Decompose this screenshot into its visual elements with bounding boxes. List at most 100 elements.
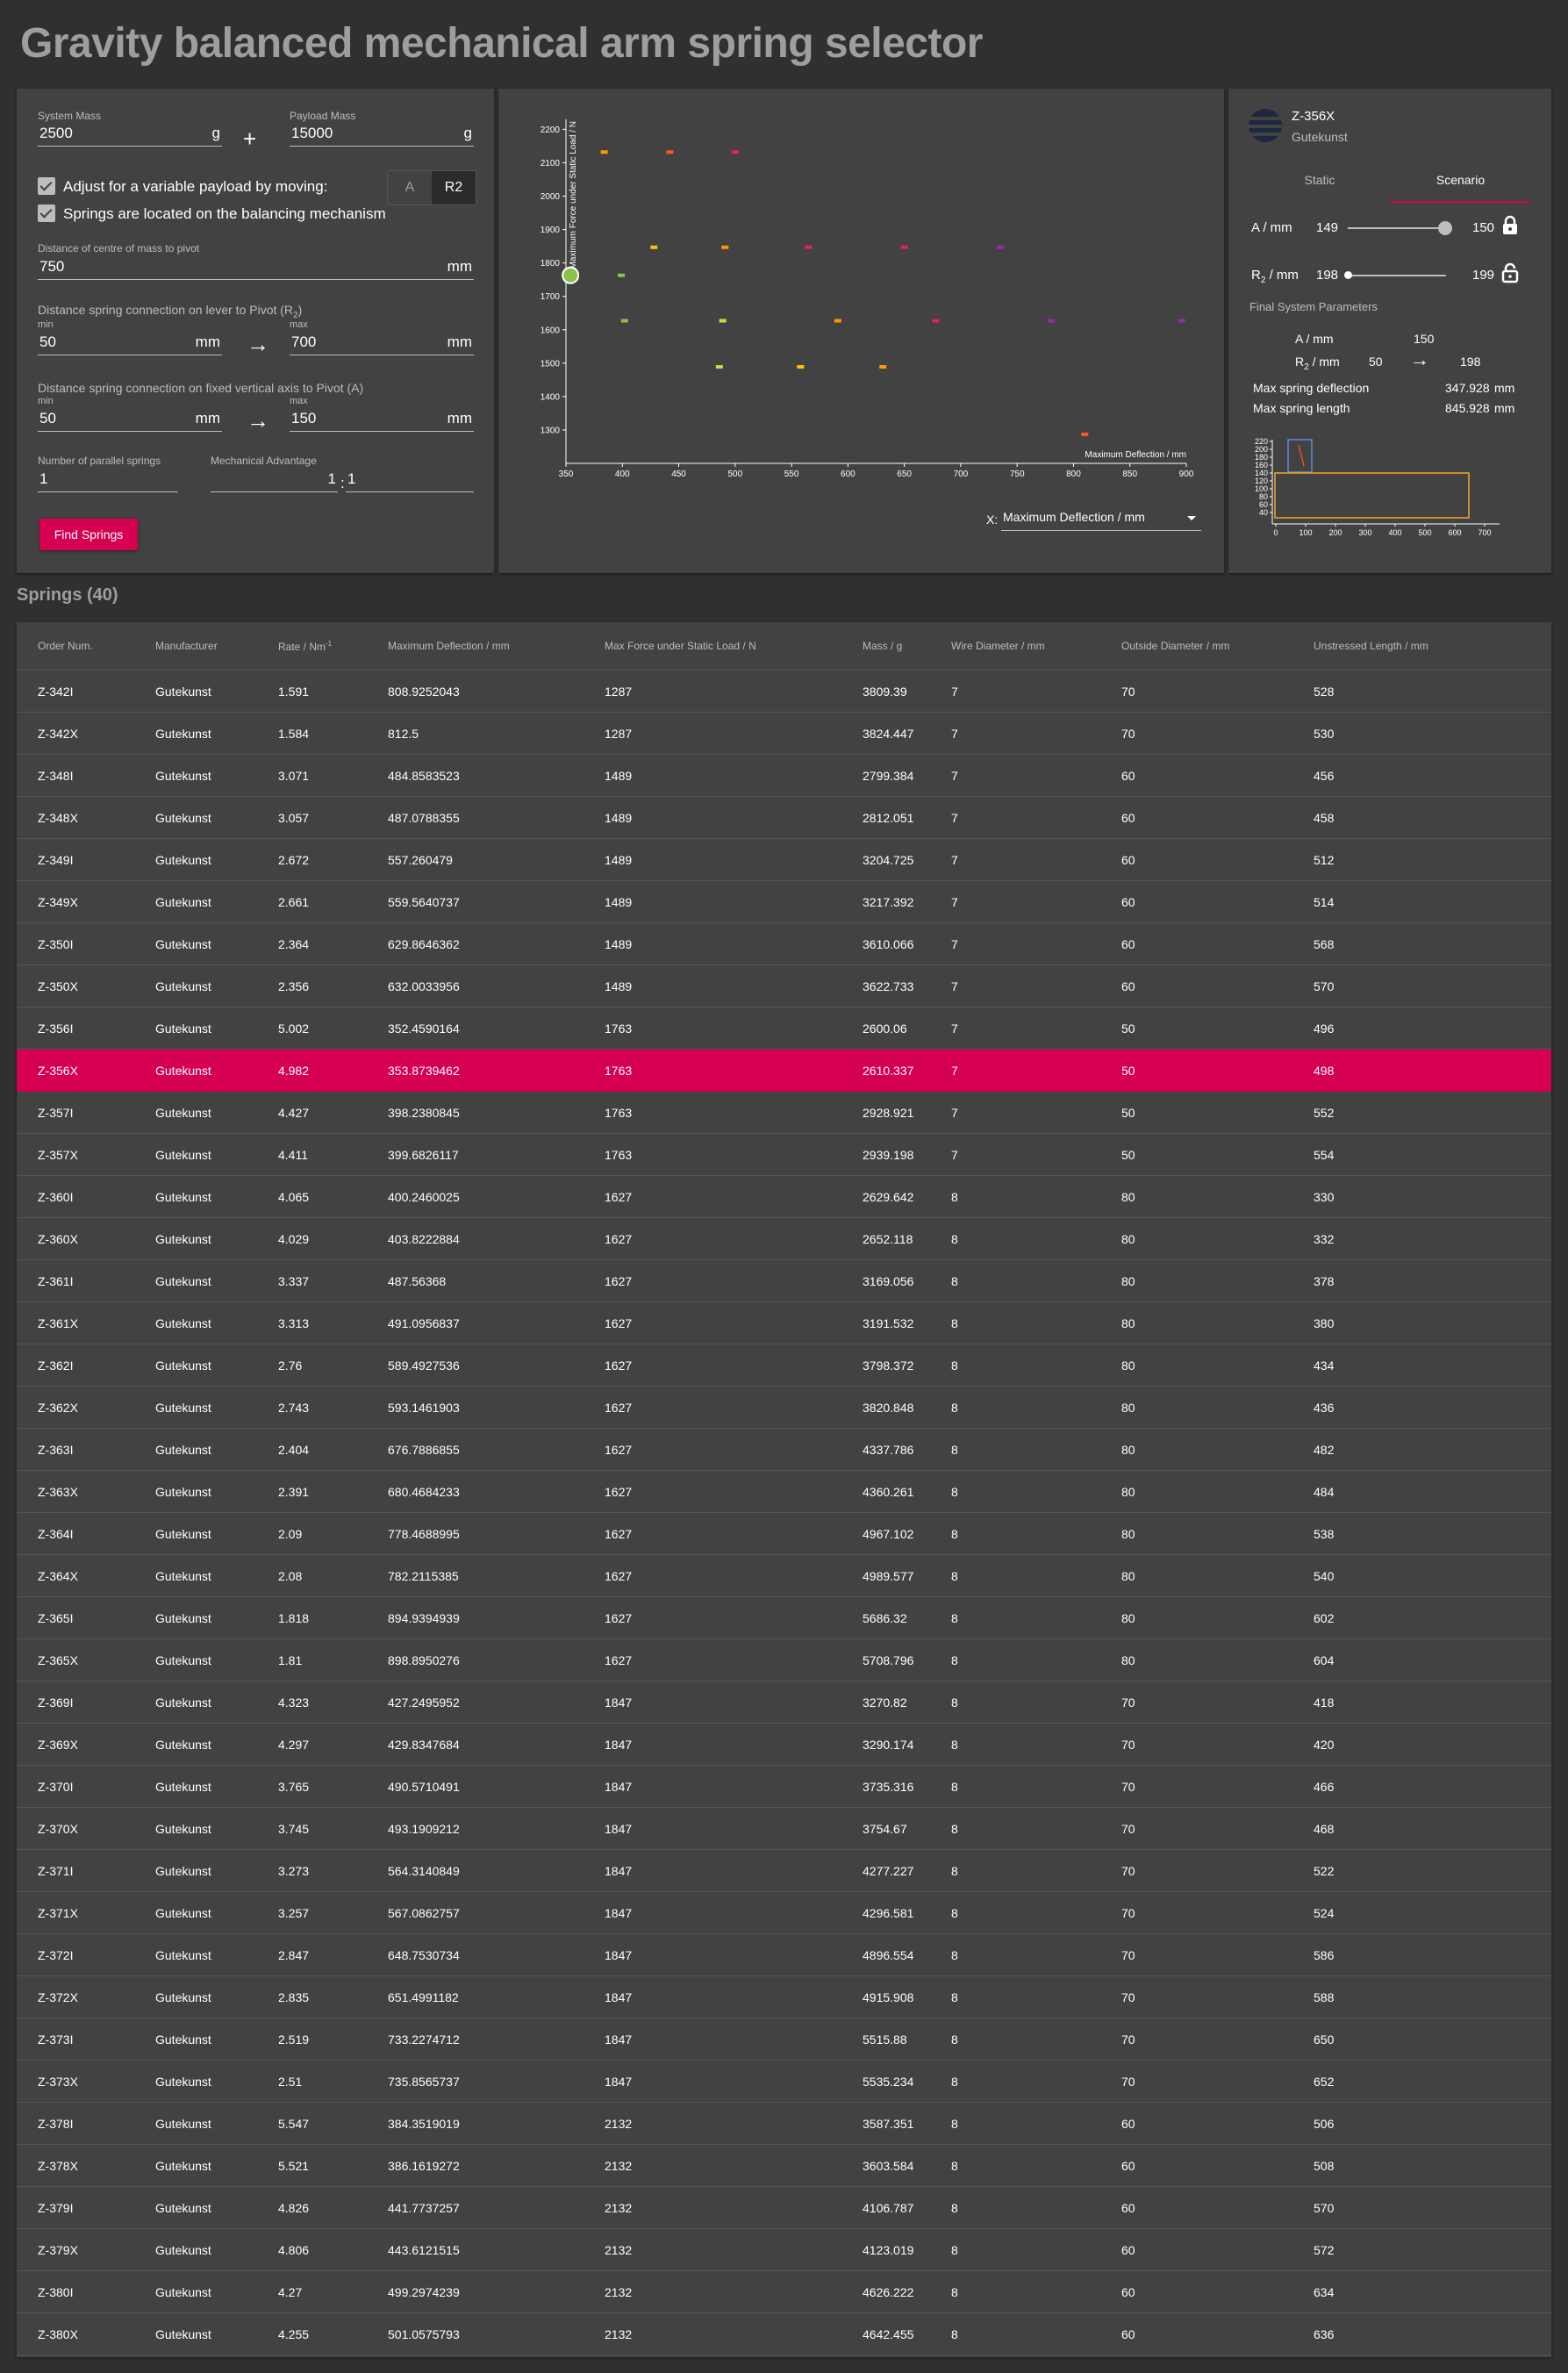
system-mass-field[interactable]: 2500 g <box>38 122 222 147</box>
table-row[interactable]: Z-379X Gutekunst 4.806 443.6121515 2132 4123.… <box>17 2229 1551 2271</box>
column-header[interactable]: Wire Diameter / mm <box>951 640 1045 652</box>
data-point[interactable] <box>620 319 628 323</box>
table-row[interactable]: Z-364X Gutekunst 2.08 782.2115385 1627 4989.5… <box>17 1555 1551 1597</box>
table-row[interactable]: Z-380I Gutekunst 4.27 499.2974239 2132 4626.2… <box>17 2271 1551 2313</box>
data-point[interactable] <box>932 319 940 323</box>
data-point[interactable] <box>996 245 1004 249</box>
x-axis-title: Maximum Deflection / mm <box>1085 450 1186 460</box>
lock-closed-icon[interactable] <box>1501 215 1519 236</box>
table-cell: Z-362X <box>38 1401 78 1415</box>
table-row[interactable]: Z-365X Gutekunst 1.81 898.8950276 1627 5708.7… <box>17 1639 1551 1681</box>
column-header[interactable]: Outside Diameter / mm <box>1121 640 1229 652</box>
table-row[interactable]: Z-348I Gutekunst 3.071 484.8583523 1489 2799.… <box>17 755 1551 797</box>
table-row[interactable]: Z-373I Gutekunst 2.519 733.2274712 1847 5515.… <box>17 2018 1551 2061</box>
table-row[interactable]: Z-357X Gutekunst 4.411 399.6826117 1763 2939.… <box>17 1134 1551 1176</box>
mech-adv-left-field[interactable]: 1 <box>211 468 338 492</box>
table-row[interactable]: Z-370X Gutekunst 3.745 493.1909212 1847 3754.… <box>17 1808 1551 1850</box>
x-axis-select[interactable]: Maximum Deflection / mm <box>1001 506 1201 531</box>
table-row[interactable]: Z-342I Gutekunst 1.591 808.9252043 1287 3809.… <box>17 670 1551 713</box>
table-row[interactable]: Z-371I Gutekunst 3.273 564.3140849 1847 4277.… <box>17 1850 1551 1892</box>
table-row[interactable]: Z-362X Gutekunst 2.743 593.1461903 1627 3820.… <box>17 1387 1551 1429</box>
r2-slider-handle[interactable] <box>1343 271 1352 279</box>
r2-slider[interactable] <box>1348 275 1446 276</box>
table-cell: 559.5640737 <box>388 895 460 909</box>
toggle-a[interactable]: A <box>388 171 432 204</box>
table-row[interactable]: Z-379I Gutekunst 4.826 441.7737257 2132 4106.… <box>17 2187 1551 2229</box>
table-cell: 512 <box>1314 853 1335 867</box>
data-point[interactable] <box>834 319 841 323</box>
table-row[interactable]: Z-372I Gutekunst 2.847 648.7530734 1847 4896.… <box>17 1934 1551 1976</box>
table-row[interactable]: Z-357I Gutekunst 4.427 398.2380845 1763 2928.… <box>17 1092 1551 1134</box>
lever-min-field[interactable]: 50 mm <box>38 331 222 355</box>
a-slider[interactable] <box>1348 227 1446 229</box>
table-row[interactable]: Z-378I Gutekunst 5.547 384.3519019 2132 3587.… <box>17 2103 1551 2145</box>
mech-adv-right-field[interactable]: 1 <box>346 468 474 492</box>
table-row[interactable]: Z-371X Gutekunst 3.257 567.0862757 1847 4296.… <box>17 1892 1551 1934</box>
column-header[interactable]: Rate / Nm-1 <box>278 640 332 653</box>
axis-max-field[interactable]: 150 mm <box>290 407 474 432</box>
table-row[interactable]: Z-350I Gutekunst 2.364 629.8646362 1489 3610.… <box>17 923 1551 965</box>
lock-open-icon[interactable] <box>1501 262 1519 283</box>
table-row[interactable]: Z-356X Gutekunst 4.982 353.8739462 1763 2610.… <box>17 1050 1551 1092</box>
column-header[interactable]: Unstressed Length / mm <box>1314 640 1428 652</box>
data-point[interactable] <box>715 365 723 369</box>
table-row[interactable]: Z-349I Gutekunst 2.672 557.260479 1489 3204.7… <box>17 839 1551 881</box>
column-header[interactable]: Mass / g <box>863 640 902 652</box>
table-row[interactable]: Z-348X Gutekunst 3.057 487.0788355 1489 2812.… <box>17 797 1551 839</box>
table-cell: Gutekunst <box>155 2032 211 2047</box>
data-point[interactable] <box>731 150 739 154</box>
table-row[interactable]: Z-378X Gutekunst 5.521 386.1619272 2132 3603.… <box>17 2145 1551 2187</box>
lever-max-field[interactable]: 700 mm <box>290 331 474 355</box>
toggle-r2[interactable]: R2 <box>432 171 476 204</box>
table-row[interactable]: Z-350X Gutekunst 2.356 632.0033956 1489 3622.… <box>17 965 1551 1007</box>
table-row[interactable]: Z-360X Gutekunst 4.029 403.8222884 1627 2652.… <box>17 1218 1551 1260</box>
table-cell: 5.547 <box>278 2117 310 2131</box>
table-row[interactable]: Z-372X Gutekunst 2.835 651.4991182 1847 4915.… <box>17 1976 1551 2018</box>
data-point[interactable] <box>721 245 729 249</box>
table-row[interactable]: Z-356I Gutekunst 5.002 352.4590164 1763 2600.… <box>17 1007 1551 1050</box>
data-point[interactable] <box>650 245 658 249</box>
x-tick-label: 850 <box>1122 470 1137 479</box>
table-row[interactable]: Z-349X Gutekunst 2.661 559.5640737 1489 3217.… <box>17 881 1551 923</box>
springs-located-checkbox[interactable] <box>38 204 55 222</box>
data-point[interactable] <box>666 150 674 154</box>
table-row[interactable]: Z-365I Gutekunst 1.818 894.9394939 1627 5686.… <box>17 1597 1551 1639</box>
column-header[interactable]: Manufacturer <box>155 640 218 652</box>
selected-point[interactable] <box>562 266 580 284</box>
table-row[interactable]: Z-364I Gutekunst 2.09 778.4688995 1627 4967.1… <box>17 1513 1551 1555</box>
data-point[interactable] <box>900 245 908 249</box>
table-row[interactable]: Z-342X Gutekunst 1.584 812.5 1287 3824.447 7 70… <box>17 713 1551 755</box>
find-springs-button[interactable]: Find Springs <box>39 519 138 550</box>
data-point[interactable] <box>879 365 887 369</box>
table-row[interactable]: Z-363I Gutekunst 2.404 676.7886855 1627 4337.… <box>17 1429 1551 1471</box>
payload-mass-field[interactable]: 15000 g <box>290 122 474 147</box>
data-point[interactable] <box>719 319 727 323</box>
a-slider-handle[interactable] <box>1437 221 1452 235</box>
table-row[interactable]: Z-360I Gutekunst 4.065 400.2460025 1627 2629.… <box>17 1176 1551 1218</box>
data-point[interactable] <box>1081 432 1089 436</box>
table-row[interactable]: Z-369I Gutekunst 4.323 427.2495952 1847 3270.… <box>17 1681 1551 1724</box>
parallel-field[interactable]: 1 <box>38 468 178 492</box>
column-header[interactable]: Maximum Deflection / mm <box>388 640 510 652</box>
table-row[interactable]: Z-362I Gutekunst 2.76 589.4927536 1627 3798.3… <box>17 1344 1551 1387</box>
com-field[interactable]: 750 mm <box>38 255 474 280</box>
table-row[interactable]: Z-363X Gutekunst 2.391 680.4684233 1627 4360.… <box>17 1471 1551 1513</box>
data-point[interactable] <box>1178 319 1185 323</box>
table-row[interactable]: Z-361I Gutekunst 3.337 487.56368 1627 3169.05… <box>17 1260 1551 1302</box>
data-point[interactable] <box>805 245 813 249</box>
table-row[interactable]: Z-361X Gutekunst 3.313 491.0956837 1627 3191.… <box>17 1302 1551 1344</box>
variable-payload-checkbox[interactable] <box>38 177 55 195</box>
tab-static[interactable]: Static <box>1249 162 1390 203</box>
table-row[interactable]: Z-370I Gutekunst 3.765 490.5710491 1847 3735.… <box>17 1766 1551 1808</box>
data-point[interactable] <box>797 365 805 369</box>
axis-min-field[interactable]: 50 mm <box>38 407 222 432</box>
data-point[interactable] <box>1047 319 1055 323</box>
data-point[interactable] <box>600 150 608 154</box>
table-row[interactable]: Z-380X Gutekunst 4.255 501.0575793 2132 4642.… <box>17 2313 1551 2355</box>
table-row[interactable]: Z-369X Gutekunst 4.297 429.8347684 1847 3290.… <box>17 1724 1551 1766</box>
tab-scenario[interactable]: Scenario <box>1390 162 1531 203</box>
column-header[interactable]: Max Force under Static Load / N <box>605 640 756 652</box>
data-point[interactable] <box>617 273 625 277</box>
column-header[interactable]: Order Num. <box>38 640 93 652</box>
table-row[interactable]: Z-373X Gutekunst 2.51 735.8565737 1847 5535.2… <box>17 2061 1551 2103</box>
